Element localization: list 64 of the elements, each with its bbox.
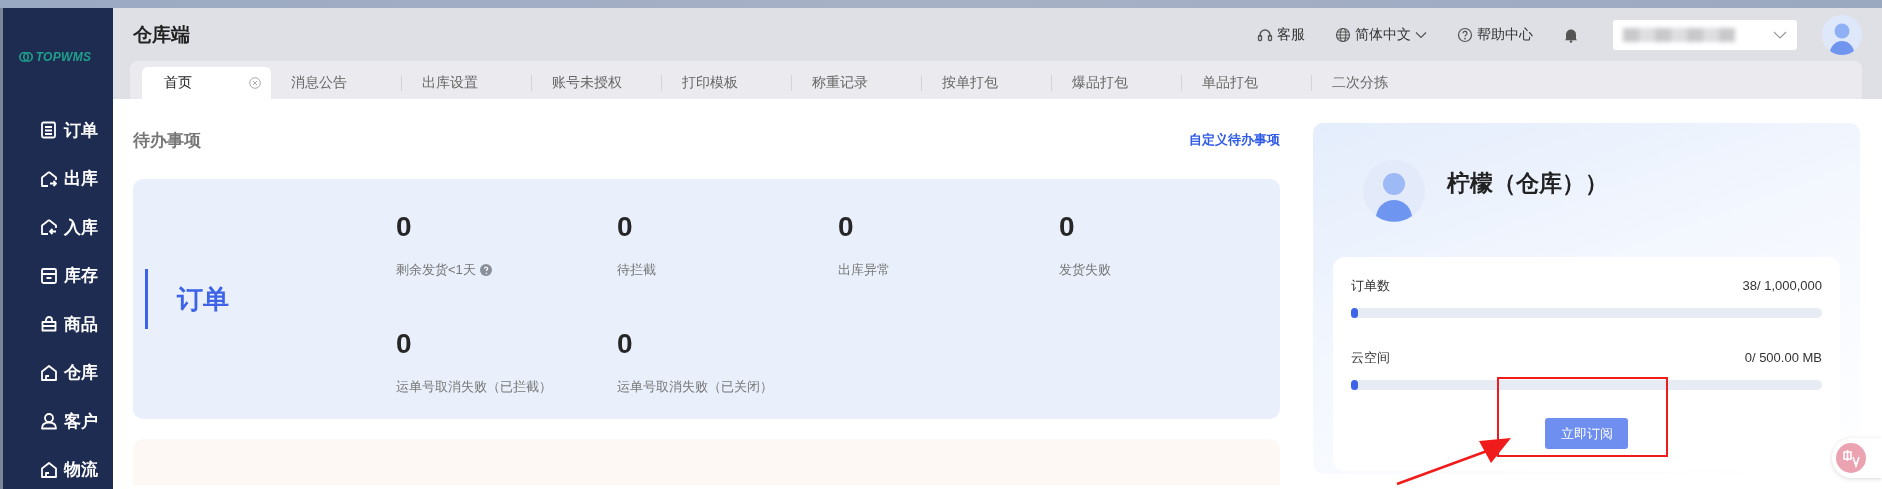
avatar (1363, 160, 1425, 222)
usage-label: 云空间 (1351, 349, 1390, 367)
stat-label: 发货失败 (1059, 261, 1111, 279)
sidebar-item[interactable]: 库存 (3, 251, 113, 300)
stat-label: 出库异常 (838, 261, 890, 279)
person-icon (40, 412, 58, 431)
tab[interactable]: 出库设置 (401, 75, 531, 91)
sidebar-item[interactable]: 仓库 (3, 348, 113, 397)
chevron-icon (1415, 30, 1427, 39)
accent-bar (145, 269, 148, 329)
house-arrow-icon (40, 169, 58, 188)
bag-icon (40, 315, 58, 334)
page-title: 仓库端 (133, 22, 190, 47)
tab[interactable]: 首页 (142, 67, 271, 99)
tab[interactable]: 二次分拣 (1311, 75, 1441, 91)
tab[interactable]: 爆品打包 (1051, 75, 1181, 91)
sidebar-item[interactable]: 商品 (3, 300, 113, 349)
headset-icon (1257, 26, 1273, 43)
usage-label: 订单数 (1351, 277, 1390, 295)
document-icon (40, 121, 58, 140)
box-icon (40, 266, 58, 285)
house-icon (40, 363, 58, 382)
stat-value: 0 (396, 327, 412, 361)
tab[interactable]: 单品打包 (1181, 75, 1311, 91)
sidebar-item[interactable]: 物流 (3, 445, 113, 489)
stat-value: 0 (617, 210, 633, 244)
tab[interactable]: 打印模板 (661, 75, 791, 91)
header-link[interactable]: 客服 (1257, 25, 1305, 44)
tab[interactable]: 账号未授权 (531, 75, 661, 91)
close-icon[interactable] (249, 77, 261, 89)
sidebar-item[interactable]: 出库 (3, 154, 113, 203)
sidebar-item[interactable]: 客户 (3, 397, 113, 446)
house-arrow-icon (40, 218, 58, 237)
stat-value: 0 (396, 210, 412, 244)
logo-icon (18, 51, 33, 63)
sidebar-item[interactable]: 入库 (3, 203, 113, 252)
user-name: 柠檬（仓库）） (1447, 169, 1608, 198)
house-icon (40, 460, 58, 479)
usage-reading: 38/ 1,000,000 (1742, 277, 1822, 295)
help-icon[interactable] (479, 264, 492, 276)
section-title: 待办事项 (133, 129, 201, 152)
tab[interactable]: 称重记录 (791, 75, 921, 91)
sidebar-item[interactable]: 订单 (3, 106, 113, 155)
logo-text: TOPWMS (35, 50, 92, 64)
stat-value: 0 (1059, 210, 1075, 244)
stat-value: 0 (838, 210, 854, 244)
chevron-icon (1773, 30, 1787, 39)
globe-icon (1335, 26, 1351, 43)
tab[interactable]: 按单打包 (921, 75, 1051, 91)
customize-link[interactable]: 自定义待办事项 (1189, 131, 1280, 149)
group-title: 订单 (177, 282, 229, 316)
stat-label: 运单号取消失败（已关闭） (617, 378, 773, 396)
header-link[interactable]: 帮助中心 (1457, 25, 1533, 44)
account-select[interactable] (1613, 19, 1797, 50)
language-selector[interactable]: 简体中文 (1335, 25, 1427, 44)
stat-value: 0 (617, 327, 633, 361)
stat-label: 待拦截 (617, 261, 656, 279)
stat-label: 运单号取消失败（已拦截） (396, 378, 552, 396)
stat-label: 剩余发货<1天 (396, 261, 476, 279)
avatar[interactable] (1822, 14, 1862, 55)
translate-icon[interactable] (1836, 443, 1866, 473)
help-icon (1457, 26, 1473, 43)
usage-reading: 0/ 500.00 MB (1744, 349, 1822, 367)
tab[interactable]: 消息公告 (271, 67, 401, 99)
